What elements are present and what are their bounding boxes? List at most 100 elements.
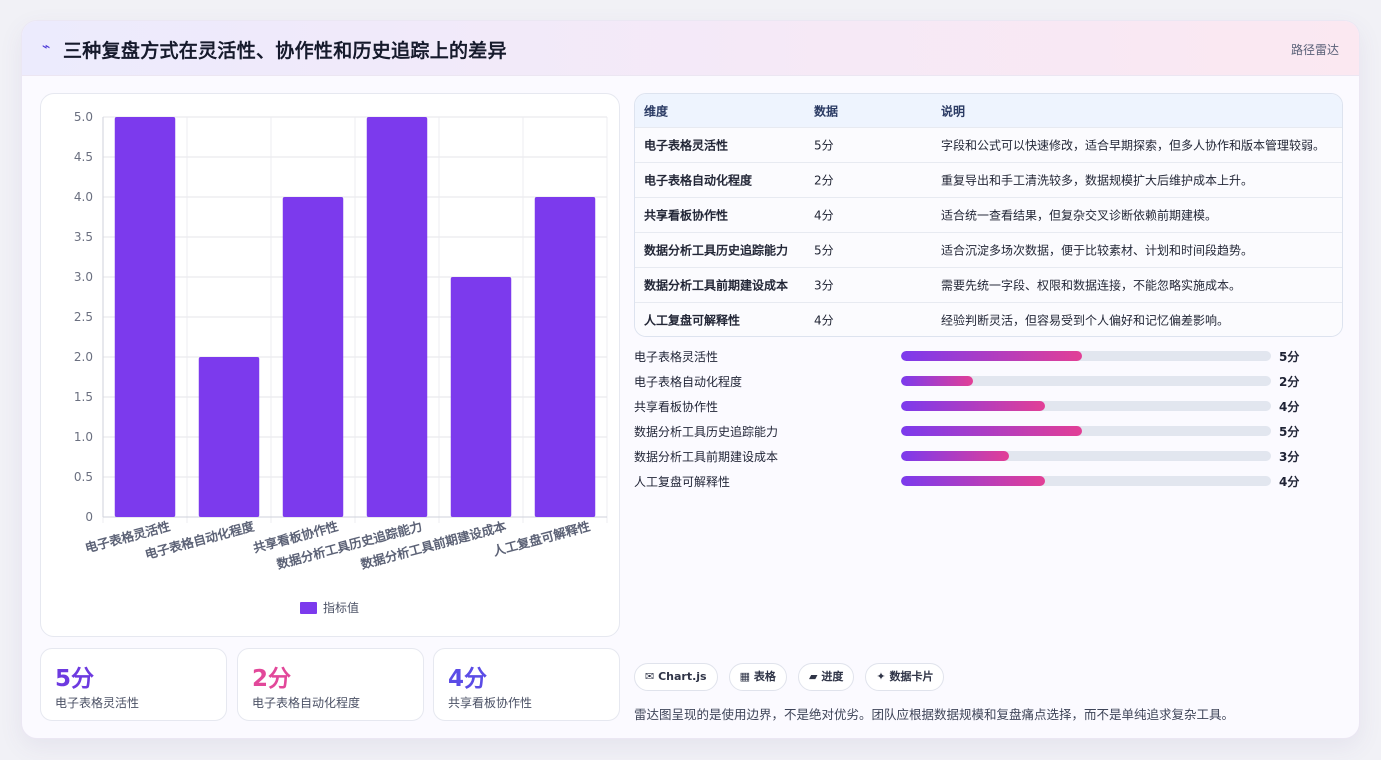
table-icon: ▦ [739,670,751,683]
kpi-card-2: 2分 电子表格自动化程度 [237,648,424,721]
kpi-label: 电子表格自动化程度 [252,696,361,710]
progress-value: 2分 [1279,375,1300,389]
progress-row: 共享看板协作性 4分 [634,397,1334,415]
table-cell-dimension: 数据分析工具前期建设成本 [644,278,789,293]
kpi-label: 电子表格灵活性 [55,696,140,710]
bar [114,117,176,517]
mail-icon: ✉ [645,670,655,683]
table-cell-note: 适合统一查看结果，但复杂交叉诊断依赖前期建模。 [941,208,1218,223]
footnote: 雷达图呈现的是使用边界，不是绝对优劣。团队应根据数据规模和复盘痛点选择，而不是单… [634,707,1235,722]
dashboard-card: ⌁ 三种复盘方式在灵活性、协作性和历史追踪上的差异 路径雷达 0 0.5 1.0 1.… [21,20,1360,739]
table-header-dimension: 维度 [644,104,669,118]
table-row: 电子表格灵活性 5分 字段和公式可以快速修改，适合早期探索，但多人协作和版本管理… [635,127,1342,162]
kpi-value: 4分 [448,666,488,692]
kpi-card-3: 4分 共享看板协作性 [433,648,620,721]
progress-track [901,451,1271,461]
progress-value: 3分 [1279,450,1300,464]
progress-fill [901,351,1083,361]
chip-label: 表格 [753,670,776,683]
progress-value: 5分 [1279,425,1300,439]
table-cell-note: 经验判断灵活，但容易受到个人偏好和记忆偏差影响。 [941,313,1230,328]
progress-fill [901,476,1046,486]
table-cell-dimension: 人工复盘可解释性 [644,313,741,328]
tech-chips: ✉ Chart.js ▦ 表格 ▰ 进度 ✦ 数据卡片 [634,663,950,691]
progress-row: 电子表格自动化程度 2分 [634,372,1334,390]
table-cell-note: 适合沉淀多场次数据，便于比较素材、计划和时间段趋势。 [941,243,1254,258]
y-tick-label: 0.5 [74,470,93,484]
chip-chartjs[interactable]: ✉ Chart.js [634,663,718,691]
table-cell-data: 5分 [814,138,834,153]
chip-label: 进度 [821,670,844,683]
bar-chart: 00.51.01.52.02.53.03.54.04.55.0电子表格灵活性电子… [74,110,608,615]
chip-data-card[interactable]: ✦ 数据卡片 [865,663,945,691]
bar-chart-panel: 0 0.5 1.0 1.5 2.0 2.5 3.0 3.5 4.0 4.5 5.0 电子表格灵活性 电子… [40,93,620,637]
progress-fill [901,451,1010,461]
table-row: 共享看板协作性 4分 适合统一查看结果，但复杂交叉诊断依赖前期建模。 [635,197,1342,232]
progress-track [901,476,1271,486]
progress-label: 电子表格灵活性 [634,350,719,364]
table-cell-dimension: 数据分析工具历史追踪能力 [644,243,789,258]
y-tick-label: 3.0 [74,270,93,284]
chip-label: 数据卡片 [889,670,934,683]
table-header-row: 维度 数据 说明 [635,94,1342,127]
progress-row: 人工复盘可解释性 4分 [634,472,1334,490]
data-table: 维度 数据 说明 电子表格灵活性 5分 字段和公式可以快速修改，适合早期探索，但… [634,93,1343,337]
sparkle-icon: ✦ [876,670,886,683]
progress-fill [901,426,1083,436]
table-row: 数据分析工具前期建设成本 3分 需要先统一字段、权限和数据连接，不能忽略实施成本… [635,267,1342,302]
progress-row: 数据分析工具历史追踪能力 5分 [634,422,1334,440]
y-tick-label: 5.0 [74,110,93,124]
y-tick-label: 4.5 [74,150,93,164]
table-cell-dimension: 共享看板协作性 [644,208,729,223]
progress-label: 电子表格自动化程度 [634,375,743,389]
progress-track [901,351,1271,361]
progress-label: 数据分析工具历史追踪能力 [634,425,779,439]
progress-label: 数据分析工具前期建设成本 [634,450,779,464]
bar [450,277,512,517]
bolt-icon: ⌁ [42,39,51,55]
chip-label: Chart.js [658,670,707,683]
table-row: 人工复盘可解释性 4分 经验判断灵活，但容易受到个人偏好和记忆偏差影响。 [635,302,1342,336]
table-cell-data: 5分 [814,243,834,258]
y-tick-label: 1.0 [74,430,93,444]
y-tick-label: 4.0 [74,190,93,204]
progress-track [901,426,1271,436]
bar [534,197,596,517]
chip-progress[interactable]: ▰ 进度 [798,663,855,691]
y-tick-label: 3.5 [74,230,93,244]
table-cell-note: 字段和公式可以快速修改，适合早期探索，但多人协作和版本管理较弱。 [941,138,1326,153]
kpi-label: 共享看板协作性 [448,696,533,710]
progress-fill [901,401,1046,411]
kpi-value: 2分 [252,666,292,692]
table-cell-data: 4分 [814,208,834,223]
legend-label: 指标值 [323,600,359,615]
table-cell-note: 重复导出和手工清洗较多，数据规模扩大后维护成本上升。 [941,173,1254,188]
progress-label: 人工复盘可解释性 [634,475,731,489]
y-tick-label: 2.0 [74,350,93,364]
table-cell-data: 4分 [814,313,834,328]
table-cell-data: 3分 [814,278,834,293]
progress-label: 共享看板协作性 [634,400,719,414]
legend-swatch [300,602,317,614]
progress-track [901,376,1271,386]
table-header-note: 说明 [941,104,966,118]
table-row: 电子表格自动化程度 2分 重复导出和手工清洗较多，数据规模扩大后维护成本上升。 [635,162,1342,197]
progress-row: 数据分析工具前期建设成本 3分 [634,447,1334,465]
y-tick-label: 0 [85,510,93,524]
chip-table[interactable]: ▦ 表格 [728,663,787,691]
table-cell-note: 需要先统一字段、权限和数据连接，不能忽略实施成本。 [941,278,1242,293]
progress-track [901,401,1271,411]
progress-fill [901,376,974,386]
table-cell-dimension: 电子表格自动化程度 [644,173,753,188]
bar [198,357,260,517]
progress-icon: ▰ [809,670,818,683]
x-tick-label: 人工复盘可解释性 [491,518,592,559]
header-bar: ⌁ 三种复盘方式在灵活性、协作性和历史追踪上的差异 路径雷达 [22,21,1359,76]
header-tag[interactable]: 路径雷达 [1291,41,1339,58]
kpi-card-1: 5分 电子表格灵活性 [40,648,227,721]
table-cell-dimension: 电子表格灵活性 [644,138,729,153]
y-tick-label: 2.5 [74,310,93,324]
page-title: 三种复盘方式在灵活性、协作性和历史追踪上的差异 [63,40,507,62]
x-tick-label: 数据分析工具前期建设成本 [358,518,508,572]
table-row: 数据分析工具历史追踪能力 5分 适合沉淀多场次数据，便于比较素材、计划和时间段趋… [635,232,1342,267]
